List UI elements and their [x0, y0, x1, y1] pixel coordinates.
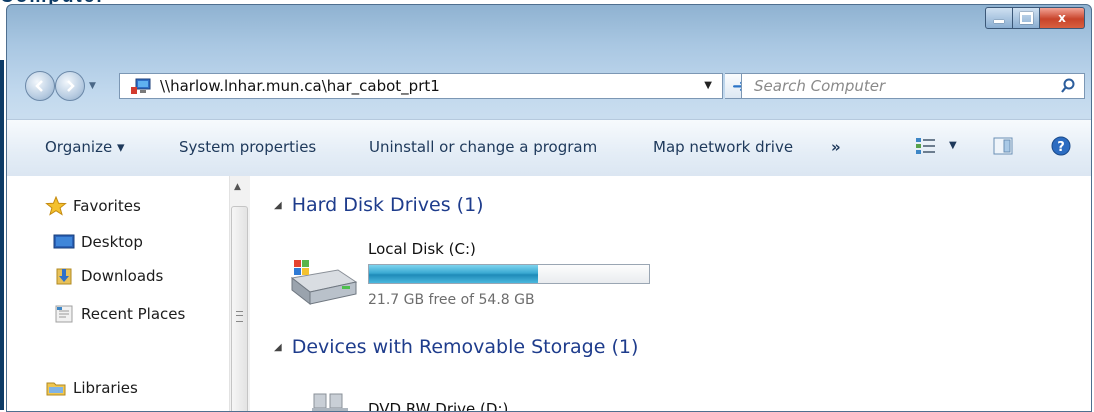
disk-usage-fill [369, 265, 539, 283]
minimize-button[interactable] [985, 7, 1013, 29]
address-path: \\harlow.lnhar.mun.ca\har_cabot_prt1 [160, 77, 440, 95]
group-header-removable-storage[interactable]: ◢ Devices with Removable Storage (1) [274, 336, 638, 358]
downloads-icon [53, 266, 75, 286]
views-dropdown-icon[interactable]: ▼ [949, 140, 957, 151]
caption-buttons: x [985, 7, 1085, 29]
sidebar-item-libraries[interactable]: Libraries [45, 378, 138, 398]
close-button[interactable]: x [1040, 7, 1085, 29]
navigation-row: ▼ \\harlow.lnhar.mun.ca\har_cabot_prt1 ▼… [7, 67, 1091, 107]
back-button[interactable] [25, 71, 55, 101]
help-icon[interactable]: ? [1051, 136, 1071, 156]
group-header-label: Hard Disk Drives (1) [291, 194, 484, 216]
desktop-icon [53, 232, 75, 252]
scroll-up-arrow-icon[interactable]: ▲ [234, 182, 241, 192]
forward-arrow-icon [67, 80, 75, 92]
command-bar: Organize ▾ System properties Uninstall o… [7, 119, 1091, 177]
sidebar-item-recent-places[interactable]: Recent Places [53, 304, 185, 324]
navigation-pane: Favorites Desktop Downloads Recent Place… [7, 176, 229, 411]
star-icon [45, 195, 67, 216]
scrollbar-thumb[interactable] [231, 206, 248, 411]
drive-free-space-text: 21.7 GB free of 54.8 GB [368, 292, 535, 308]
drives-view: ◢ Hard Disk Drives (1) Local Disk (C:) 2… [250, 176, 1090, 412]
address-dropdown-icon[interactable]: ▼ [704, 80, 712, 91]
recent-places-icon [53, 304, 75, 324]
sidebar-item-favorites[interactable]: Favorites [45, 195, 141, 216]
forward-button[interactable] [55, 71, 85, 101]
back-arrow-icon [35, 80, 43, 92]
search-placeholder: Search Computer [754, 77, 886, 95]
disk-usage-bar [368, 264, 650, 284]
map-network-drive-button[interactable]: Map network drive [653, 138, 793, 156]
hard-drive-icon[interactable] [286, 256, 360, 310]
minimize-icon [994, 19, 1004, 23]
libraries-icon [45, 378, 67, 398]
maximize-icon [1019, 12, 1033, 24]
sidebar-item-label: Desktop [81, 233, 143, 251]
uninstall-program-button[interactable]: Uninstall or change a program [369, 138, 597, 156]
explorer-window: x ▼ \\harlow.lnhar.mun.ca\har_cabot_prt1… [6, 4, 1092, 412]
system-properties-button[interactable]: System properties [179, 138, 316, 156]
search-box[interactable]: Search Computer [741, 73, 1085, 99]
organize-menu[interactable]: Organize ▾ [45, 138, 125, 156]
maximize-button[interactable] [1013, 7, 1040, 29]
sidebar-item-label: Libraries [73, 379, 138, 397]
svg-text:?: ? [1057, 140, 1065, 155]
drive-name-dvd[interactable]: DVD RW Drive (D:) [368, 400, 508, 411]
search-icon[interactable] [1060, 78, 1076, 94]
sidebar-item-label: Downloads [81, 267, 164, 285]
sidebar-item-label: Favorites [73, 197, 141, 215]
group-header-hard-disk-drives[interactable]: ◢ Hard Disk Drives (1) [274, 194, 484, 216]
scroll-grip-icon [236, 311, 243, 322]
drive-name-c[interactable]: Local Disk (C:) [368, 240, 476, 258]
more-commands-button[interactable]: » [831, 138, 841, 156]
navigation-scrollbar[interactable]: ▲ [229, 176, 250, 411]
change-view-icon[interactable] [915, 136, 937, 156]
sidebar-item-downloads[interactable]: Downloads [53, 266, 163, 286]
collapse-triangle-icon[interactable]: ◢ [274, 200, 282, 211]
dvd-drive-icon[interactable] [310, 390, 350, 412]
sidebar-item-desktop[interactable]: Desktop [53, 232, 143, 252]
recent-pages-dropdown[interactable]: ▼ [89, 81, 96, 91]
network-computer-icon [130, 77, 152, 95]
sidebar-item-label: Recent Places [81, 305, 186, 323]
content-area: Favorites Desktop Downloads Recent Place… [7, 176, 1091, 412]
group-header-label: Devices with Removable Storage (1) [291, 336, 639, 358]
preview-pane-icon[interactable] [993, 136, 1013, 156]
collapse-triangle-icon[interactable]: ◢ [274, 342, 282, 353]
close-icon: x [1058, 11, 1066, 25]
address-bar[interactable]: \\harlow.lnhar.mun.ca\har_cabot_prt1 ▼ [119, 73, 723, 99]
desktop-edge [0, 60, 4, 410]
